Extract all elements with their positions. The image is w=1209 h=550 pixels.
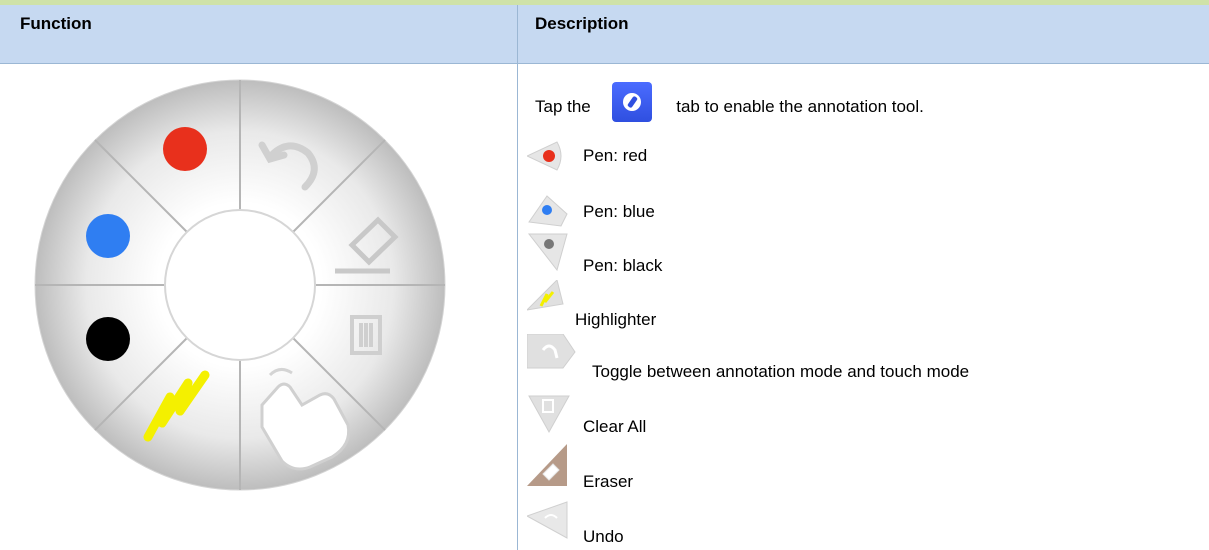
tap-prefix: Tap the: [535, 97, 591, 116]
clear-all-icon: [528, 395, 570, 434]
list-item: Clear All: [583, 417, 647, 436]
eraser-icon: [527, 444, 567, 486]
list-item: Pen: blue: [583, 202, 655, 221]
list-item: Toggle between annotation mode and touch…: [592, 362, 970, 381]
function-table: Function Description Tap the tab to enab…: [0, 0, 1209, 550]
touch-mode-icon: [527, 334, 576, 369]
list-item: Eraser: [583, 472, 634, 491]
list-item: Highlighter: [575, 310, 657, 329]
black-pen-icon: [527, 233, 568, 272]
table-header: Function Description: [0, 5, 1209, 63]
undo-icon: [527, 501, 568, 539]
tap-suffix: tab to enable the annotation tool.: [676, 97, 924, 116]
list-item: Undo: [583, 527, 624, 546]
list-item: Pen: red: [583, 146, 648, 165]
black-pen-icon[interactable]: [86, 317, 130, 361]
highlighter-icon: [527, 280, 564, 311]
header-description: Description: [535, 14, 629, 33]
annotation-wheel: [30, 75, 450, 495]
red-pen-icon: [527, 141, 562, 171]
red-pen-icon[interactable]: [163, 127, 207, 171]
list-item: Pen: black: [583, 256, 663, 275]
blue-pen-icon[interactable]: [86, 214, 130, 258]
annotation-tab-icon[interactable]: [612, 82, 652, 122]
column-divider: [517, 5, 518, 550]
blue-pen-icon: [528, 195, 568, 227]
tap-line: Tap the tab to enable the annotation too…: [535, 97, 924, 117]
header-function: Function: [20, 14, 92, 33]
header-divider: [0, 63, 1209, 64]
